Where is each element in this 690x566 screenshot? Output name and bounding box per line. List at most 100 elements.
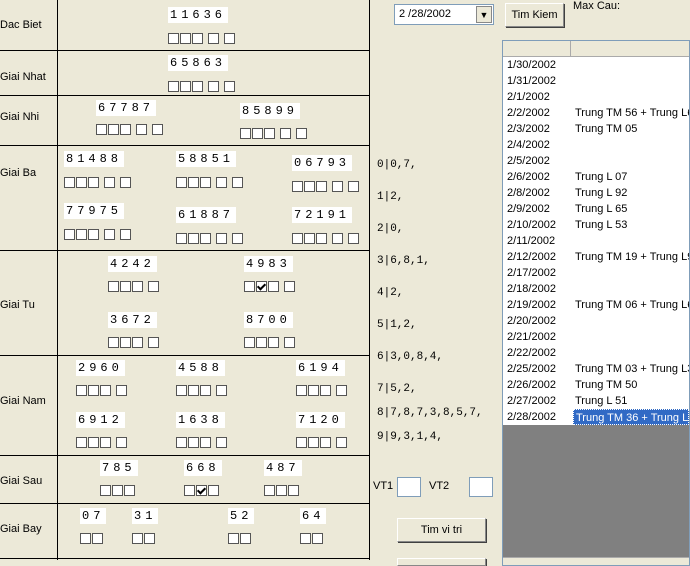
digit-checkbox[interactable] (188, 437, 199, 448)
digit-checkbox[interactable] (320, 437, 331, 448)
digit-checkbox[interactable] (88, 437, 99, 448)
digit-checkbox-group[interactable] (240, 128, 308, 139)
digit-checkbox[interactable] (228, 533, 239, 544)
digit-checkbox[interactable] (76, 177, 87, 188)
digit-checkbox[interactable] (76, 437, 87, 448)
digit-checkbox[interactable] (76, 229, 87, 240)
digit-checkbox[interactable] (232, 233, 243, 244)
digit-checkbox[interactable] (240, 533, 251, 544)
digit-checkbox[interactable] (292, 233, 303, 244)
list-item[interactable]: 2/2/2002 Trung TM 56 + Trung L6 (503, 105, 689, 121)
digit-checkbox[interactable] (268, 337, 279, 348)
digit-checkbox[interactable] (312, 533, 323, 544)
digit-checkbox[interactable] (104, 229, 115, 240)
digit-checkbox-group[interactable] (184, 485, 220, 496)
digit-checkbox[interactable] (200, 233, 211, 244)
digit-checkbox[interactable] (148, 281, 159, 292)
list-item[interactable]: 2/10/2002 Trung L 53 (503, 217, 689, 233)
digit-checkbox[interactable] (76, 385, 87, 396)
digit-checkbox[interactable] (244, 281, 255, 292)
digit-checkbox[interactable] (120, 337, 131, 348)
digit-checkbox[interactable] (332, 181, 343, 192)
digit-checkbox-checked[interactable] (256, 281, 267, 292)
digit-checkbox[interactable] (144, 533, 155, 544)
digit-checkbox[interactable] (304, 233, 315, 244)
digit-checkbox[interactable] (316, 181, 327, 192)
list-item[interactable]: 2/8/2002 Trung L 92 (503, 185, 689, 201)
digit-checkbox[interactable] (284, 281, 295, 292)
list-header[interactable] (503, 41, 689, 57)
digit-checkbox[interactable] (132, 281, 143, 292)
digit-checkbox[interactable] (292, 181, 303, 192)
digit-checkbox-checked[interactable] (196, 485, 207, 496)
list-item[interactable]: 2/28/2002 Trung TM 36 + Trung L6 (503, 409, 689, 425)
digit-checkbox[interactable] (100, 437, 111, 448)
date-picker[interactable]: 2 /28/2002 ▼ (394, 4, 494, 25)
digit-checkbox-group[interactable] (168, 81, 236, 92)
digit-checkbox[interactable] (208, 485, 219, 496)
digit-checkbox[interactable] (96, 124, 107, 135)
digit-checkbox[interactable] (336, 437, 347, 448)
digit-checkbox[interactable] (296, 437, 307, 448)
digit-checkbox[interactable] (200, 385, 211, 396)
digit-checkbox[interactable] (176, 233, 187, 244)
digit-checkbox[interactable] (316, 233, 327, 244)
digit-checkbox[interactable] (152, 124, 163, 135)
digit-checkbox[interactable] (288, 485, 299, 496)
digit-checkbox[interactable] (168, 81, 179, 92)
digit-checkbox[interactable] (252, 128, 263, 139)
digit-checkbox-group[interactable] (64, 177, 132, 188)
digit-checkbox[interactable] (120, 281, 131, 292)
list-item[interactable]: 2/17/2002 (503, 265, 689, 281)
digit-checkbox[interactable] (276, 485, 287, 496)
list-item[interactable]: 2/26/2002 Trung TM 50 (503, 377, 689, 393)
digit-checkbox[interactable] (192, 33, 203, 44)
list-item[interactable]: 1/31/2002 (503, 73, 689, 89)
digit-checkbox[interactable] (180, 33, 191, 44)
digit-checkbox[interactable] (300, 533, 311, 544)
digit-checkbox[interactable] (188, 385, 199, 396)
search-button[interactable]: Tim Kiem (505, 3, 564, 27)
list-item[interactable]: 2/22/2002 (503, 345, 689, 361)
list-item[interactable]: 2/18/2002 (503, 281, 689, 297)
digit-checkbox-group[interactable] (168, 33, 236, 44)
digit-checkbox[interactable] (132, 337, 143, 348)
digit-checkbox[interactable] (124, 485, 135, 496)
digit-checkbox-group[interactable] (264, 485, 300, 496)
partial-button[interactable] (397, 558, 486, 566)
digit-checkbox[interactable] (120, 124, 131, 135)
digit-checkbox[interactable] (280, 128, 291, 139)
digit-checkbox[interactable] (348, 233, 359, 244)
digit-checkbox[interactable] (304, 181, 315, 192)
digit-checkbox[interactable] (116, 385, 127, 396)
digit-checkbox[interactable] (176, 177, 187, 188)
digit-checkbox[interactable] (308, 437, 319, 448)
digit-checkbox[interactable] (224, 81, 235, 92)
list-item[interactable]: 2/27/2002 Trung L 51 (503, 393, 689, 409)
digit-checkbox[interactable] (136, 124, 147, 135)
digit-checkbox[interactable] (336, 385, 347, 396)
digit-checkbox[interactable] (64, 177, 75, 188)
digit-checkbox[interactable] (256, 337, 267, 348)
digit-checkbox[interactable] (108, 124, 119, 135)
digit-checkbox[interactable] (224, 33, 235, 44)
digit-checkbox[interactable] (168, 33, 179, 44)
digit-checkbox[interactable] (264, 485, 275, 496)
digit-checkbox[interactable] (120, 177, 131, 188)
digit-checkbox[interactable] (64, 229, 75, 240)
list-item[interactable]: 2/12/2002 Trung TM 19 + Trung L9 (503, 249, 689, 265)
digit-checkbox-group[interactable] (296, 385, 348, 396)
digit-checkbox-group[interactable] (176, 177, 244, 188)
digit-checkbox[interactable] (192, 81, 203, 92)
list-item[interactable]: 2/5/2002 (503, 153, 689, 169)
digit-checkbox[interactable] (148, 337, 159, 348)
digit-checkbox[interactable] (132, 533, 143, 544)
digit-checkbox[interactable] (176, 437, 187, 448)
digit-checkbox[interactable] (320, 385, 331, 396)
list-item[interactable]: 2/25/2002 Trung TM 03 + Trung L3 (503, 361, 689, 377)
list-item[interactable]: 2/9/2002 Trung L 65 (503, 201, 689, 217)
digit-checkbox[interactable] (216, 233, 227, 244)
digit-checkbox-group[interactable] (100, 485, 136, 496)
digit-checkbox[interactable] (80, 533, 91, 544)
digit-checkbox[interactable] (188, 233, 199, 244)
